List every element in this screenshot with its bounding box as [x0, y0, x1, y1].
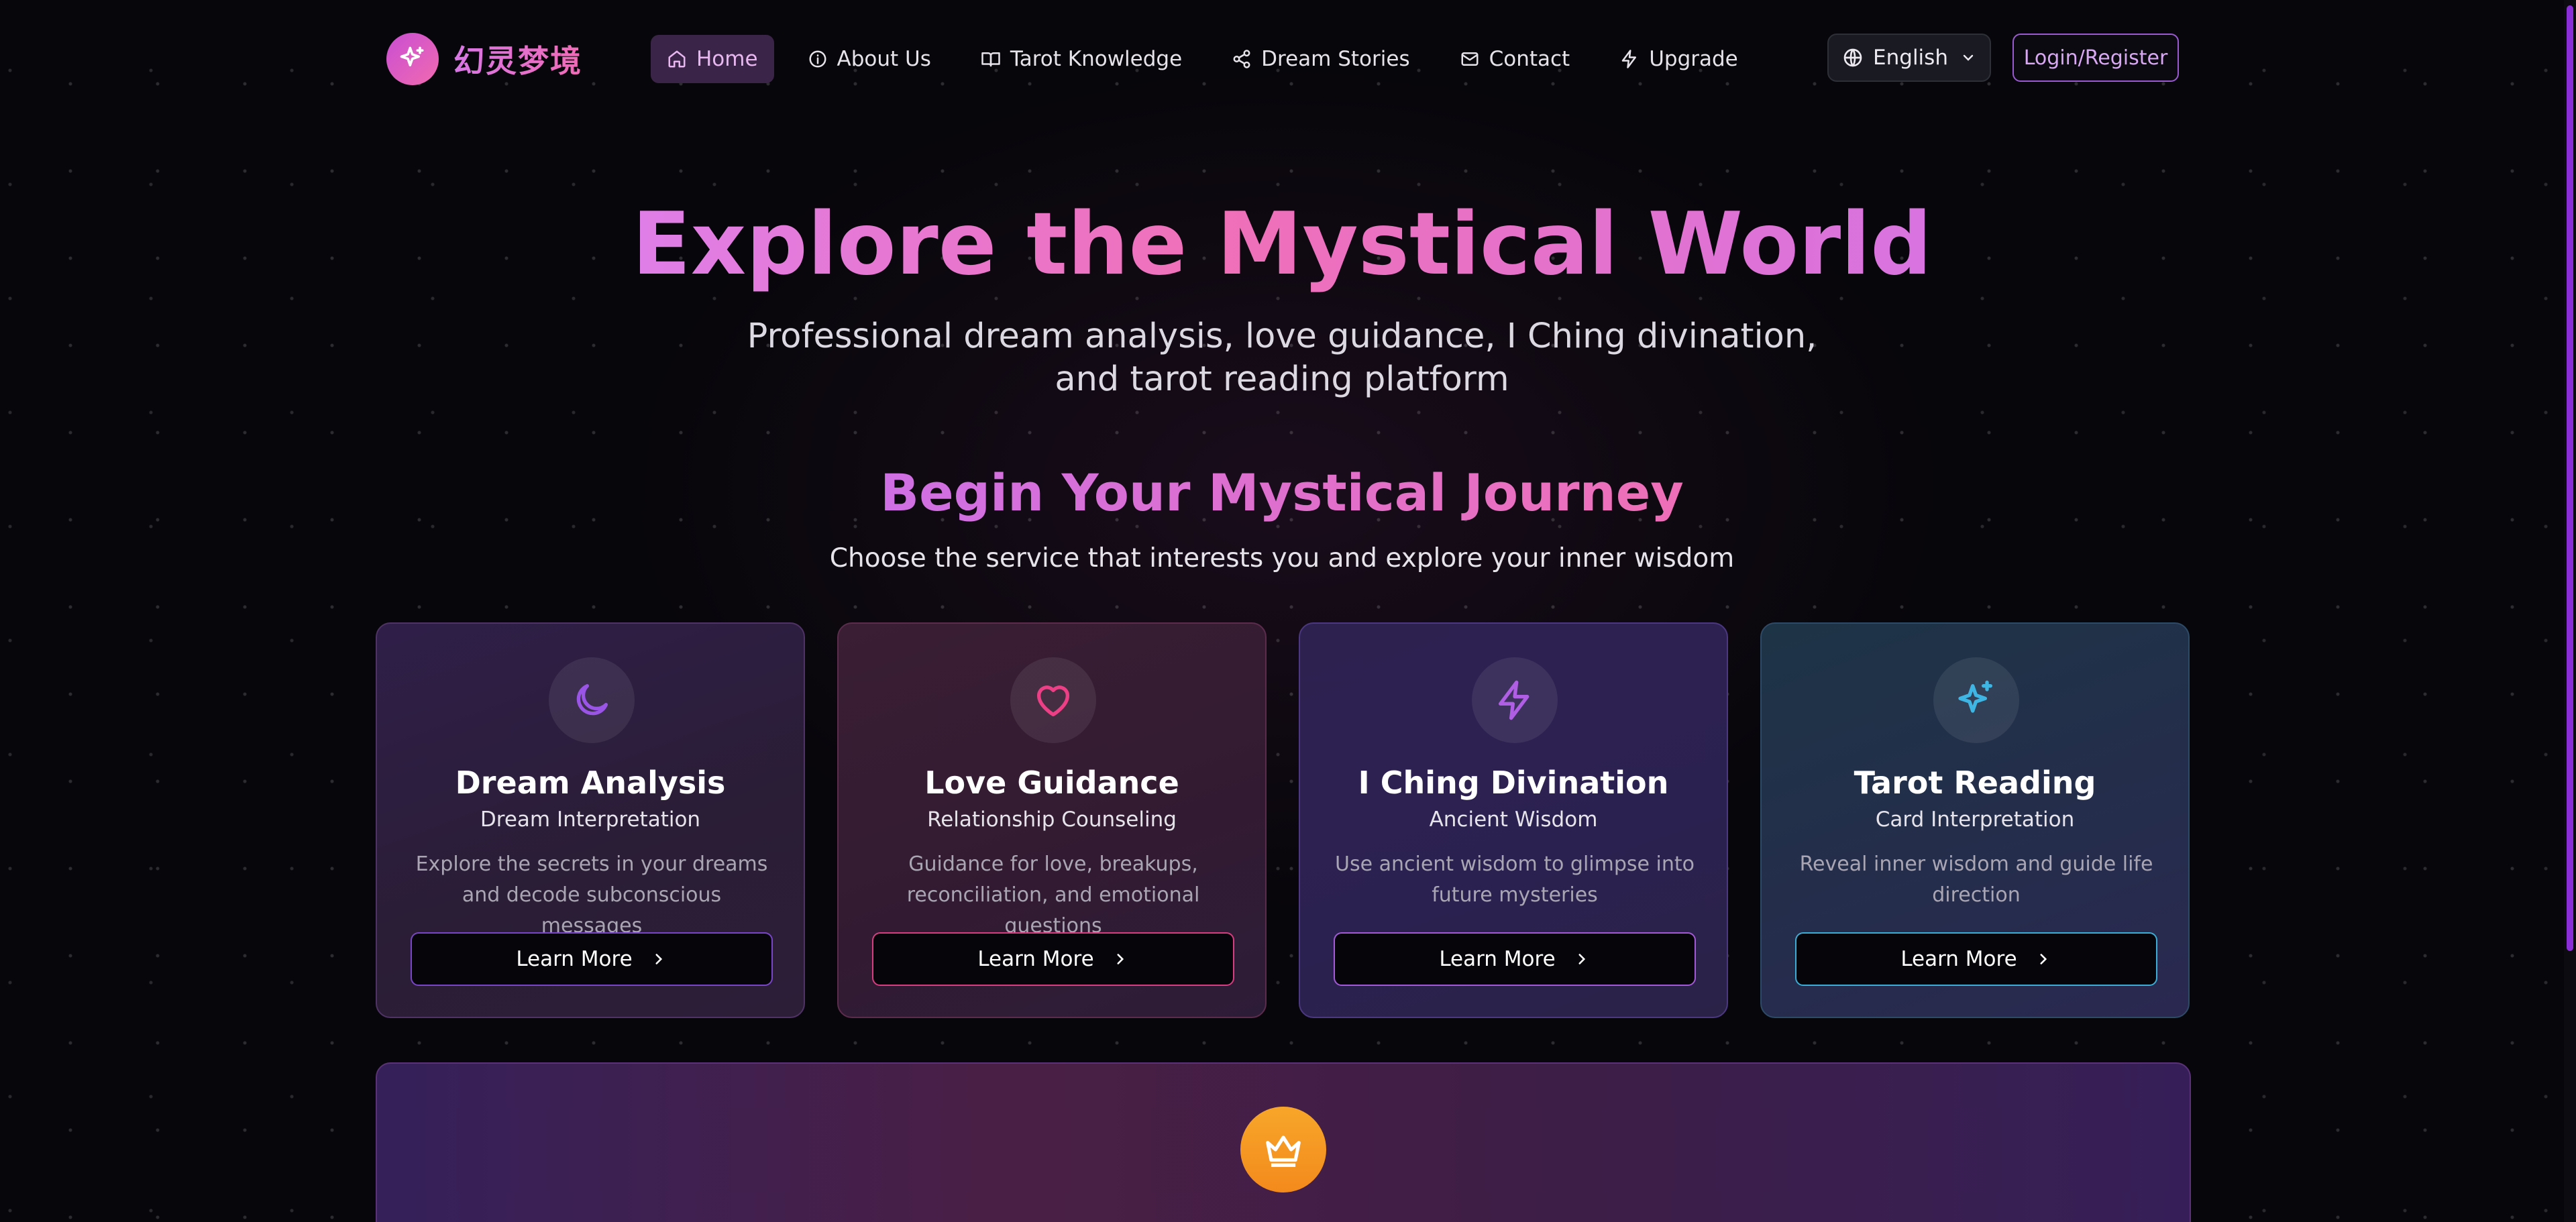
learn-more-button[interactable]: Learn More	[411, 932, 773, 986]
language-selector[interactable]: English	[1827, 34, 1991, 82]
service-card-dream-analysis: Dream Analysis Dream Interpretation Expl…	[376, 622, 805, 1018]
card-title: Dream Analysis	[455, 765, 726, 801]
learn-more-button[interactable]: Learn More	[1334, 932, 1696, 986]
book-icon	[981, 52, 1000, 67]
hero-subtitle: Professional dream analysis, love guidan…	[747, 317, 1817, 399]
nav-item-upgrade[interactable]: Upgrade	[1603, 35, 1754, 83]
info-icon	[809, 50, 826, 68]
nav-item-label: Upgrade	[1649, 47, 1738, 71]
brand-logo[interactable]: 幻灵梦境	[386, 32, 582, 86]
service-card-tarot-reading: Tarot Reading Card Interpretation Reveal…	[1760, 622, 2190, 1018]
card-description: Use ancient wisdom to glimpse into futur…	[1335, 852, 1695, 907]
chevron-right-icon	[655, 954, 662, 964]
login-register-button[interactable]: Login/Register	[2012, 34, 2179, 82]
page: 幻灵梦境 Home About Us Tarot Knowledge Dream…	[0, 0, 2576, 1222]
card-description: Explore the secrets in your dreams and d…	[415, 852, 768, 938]
moon-icon	[549, 657, 635, 743]
card-title: Love Guidance	[924, 765, 1179, 801]
page-scrollbar[interactable]	[2564, 0, 2576, 1222]
crown-icon	[1240, 1107, 1326, 1192]
starfield-background-secondary	[0, 0, 2576, 1222]
card-title: Tarot Reading	[1854, 765, 2096, 801]
nav-item-label: Dream Stories	[1261, 47, 1410, 71]
top-navigation: 幻灵梦境 Home About Us Tarot Knowledge Dream…	[0, 32, 2576, 86]
chevron-right-icon	[2040, 954, 2047, 964]
nav-menu: Home About Us Tarot Knowledge Dream Stor…	[651, 35, 1772, 83]
service-card-love-guidance: Love Guidance Relationship Counseling Gu…	[837, 622, 1267, 1018]
nav-item-contact[interactable]: Contact	[1444, 35, 1587, 83]
nav-item-label: About Us	[837, 47, 931, 71]
share-icon	[1233, 50, 1250, 68]
heart-icon	[1010, 657, 1096, 743]
card-description: Guidance for love, breakups, reconciliat…	[906, 852, 1200, 938]
card-subtitle: Card Interpretation	[1875, 808, 2075, 832]
card-subtitle: Dream Interpretation	[480, 808, 701, 832]
nav-item-label: Home	[696, 47, 758, 71]
nav-item-tarot-knowledge[interactable]: Tarot Knowledge	[965, 35, 1198, 83]
service-cards: Dream Analysis Dream Interpretation Expl…	[376, 622, 2191, 1018]
card-subtitle: Relationship Counseling	[927, 808, 1177, 832]
nav-item-about-us[interactable]: About Us	[792, 35, 947, 83]
chevron-right-icon	[1117, 954, 1124, 964]
brand-name: 幻灵梦境	[453, 37, 582, 81]
nav-item-label: Contact	[1489, 47, 1570, 71]
language-label: English	[1873, 46, 1948, 70]
nav-item-label: Tarot Knowledge	[1010, 47, 1183, 71]
lightning-icon	[1621, 50, 1637, 68]
home-icon	[668, 50, 686, 68]
card-subtitle: Ancient Wisdom	[1429, 808, 1598, 832]
service-card-i-ching-divination: I Ching Divination Ancient Wisdom Use an…	[1299, 622, 1728, 1018]
hero-title: Explore the Mystical World	[632, 195, 1932, 294]
card-description: Reveal inner wisdom and guide life direc…	[1799, 852, 2153, 907]
chevron-down-icon	[1963, 54, 1974, 61]
sparkles-icon	[386, 33, 439, 85]
section-subtitle: Choose the service that interests you an…	[829, 543, 1735, 573]
mail-icon	[1461, 52, 1479, 66]
card-title: I Ching Divination	[1358, 765, 1669, 801]
learn-more-button[interactable]: Learn More	[872, 932, 1234, 986]
globe-icon	[1843, 48, 1862, 67]
section-title: Begin Your Mystical Journey	[880, 463, 1684, 522]
chevron-right-icon	[1578, 954, 1585, 964]
scrollbar-thumb[interactable]	[2567, 5, 2573, 951]
lightning-icon	[1472, 657, 1558, 743]
learn-more-button[interactable]: Learn More	[1795, 932, 2157, 986]
sparkles-icon	[1933, 657, 2019, 743]
nav-item-dream-stories[interactable]: Dream Stories	[1216, 35, 1426, 83]
nav-item-home[interactable]: Home	[651, 35, 774, 83]
premium-banner	[376, 1062, 2191, 1222]
